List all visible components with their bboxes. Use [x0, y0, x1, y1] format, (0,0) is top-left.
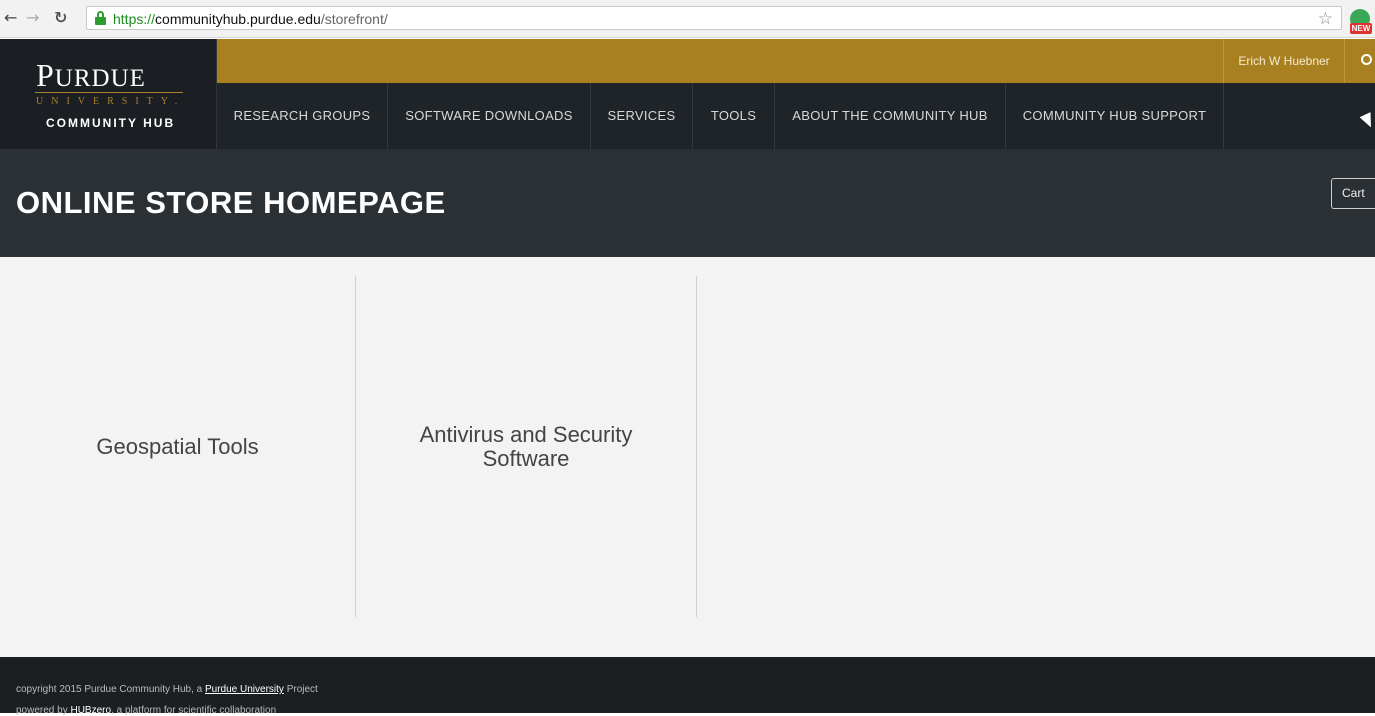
nav-research-groups[interactable]: RESEARCH GROUPS: [217, 83, 388, 149]
nav-about[interactable]: ABOUT THE COMMUNITY HUB: [775, 83, 1006, 149]
category-geospatial-tools[interactable]: Geospatial Tools: [0, 276, 356, 617]
logo-wordmark: PURDUE: [36, 57, 146, 94]
url-scheme: https://: [113, 11, 156, 27]
utility-bar: [217, 39, 1375, 83]
forward-arrow-icon[interactable]: →: [26, 8, 39, 27]
url-host: communityhub.purdue.edu: [155, 11, 321, 27]
site-footer: copyright 2015 Purdue Community Hub, a P…: [0, 657, 1375, 716]
footer-copyright: copyright 2015 Purdue Community Hub, a P…: [16, 684, 318, 695]
purdue-university-link[interactable]: Purdue University: [205, 684, 284, 695]
reload-icon[interactable]: ↻: [54, 8, 67, 27]
url-text: https://communityhub.purdue.edu/storefro…: [113, 11, 388, 27]
logo-initial: P: [36, 57, 55, 93]
page-header: ONLINE STORE HOMEPAGE Cart: [0, 149, 1375, 257]
extension-badge: NEW: [1350, 23, 1372, 34]
cart-button[interactable]: Cart: [1331, 178, 1375, 209]
nav-software-downloads[interactable]: SOFTWARE DOWNLOADS: [388, 83, 591, 149]
logo-rest: URDUE: [54, 65, 146, 92]
site-header: PURDUE UNIVERSITY. COMMUNITY HUB Erich W…: [0, 39, 1375, 149]
nav-tools[interactable]: TOOLS: [693, 83, 775, 149]
logo-rule: [35, 92, 183, 93]
site-logo[interactable]: PURDUE UNIVERSITY. COMMUNITY HUB: [0, 39, 217, 149]
search-icon[interactable]: [1344, 39, 1375, 83]
category-label: Antivirus and Security Software: [419, 421, 633, 471]
bookmark-star-icon[interactable]: ☆: [1318, 9, 1333, 29]
hubzero-link[interactable]: HUBzero: [70, 705, 111, 716]
store-categories: Geospatial Tools Antivirus and Security …: [0, 257, 1375, 657]
nav-support[interactable]: COMMUNITY HUB SUPPORT: [1006, 83, 1224, 149]
url-path: /storefront/: [320, 11, 388, 27]
address-bar[interactable]: https://communityhub.purdue.edu/storefro…: [86, 6, 1342, 30]
footer-powered-by: powered by HUBzero, a platform for scien…: [16, 705, 276, 716]
back-arrow-icon[interactable]: ←: [4, 8, 17, 27]
page-title: ONLINE STORE HOMEPAGE: [16, 185, 446, 220]
logo-subtitle: COMMUNITY HUB: [46, 116, 176, 130]
category-antivirus-security[interactable]: Antivirus and Security Software: [356, 276, 697, 617]
footer-copyright-suffix: Project: [283, 684, 318, 695]
browser-toolbar: ← → ↻ https://communityhub.purdue.edu/st…: [0, 0, 1375, 38]
category-label: Geospatial Tools: [96, 433, 259, 459]
footer-powered-text: powered by: [16, 705, 71, 716]
user-account-link[interactable]: Erich W Huebner: [1223, 39, 1344, 83]
footer-powered-suffix: , a platform for scientific collaboratio…: [111, 705, 277, 716]
lock-icon: [95, 11, 106, 25]
logo-university: UNIVERSITY.: [36, 96, 186, 107]
nav-services[interactable]: SERVICES: [591, 83, 693, 149]
main-nav: RESEARCH GROUPS SOFTWARE DOWNLOADS SERVI…: [217, 83, 1375, 149]
footer-copyright-text: copyright 2015 Purdue Community Hub, a: [16, 684, 205, 695]
